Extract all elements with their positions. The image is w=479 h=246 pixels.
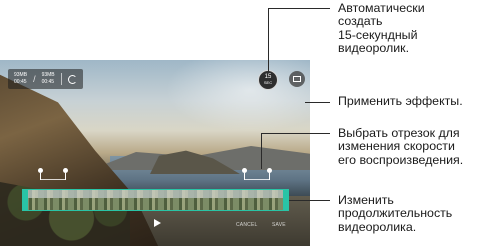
- video-editor-screen: 93MB 00:45 / 93MB 00:45 15 SEC CANCEL SA…: [0, 60, 310, 246]
- video-info-box: 93MB 00:45 / 93MB 00:45: [8, 69, 83, 89]
- original-size: 93MB: [14, 72, 28, 78]
- callout-select-speed-range: Выбрать отрезок для изменения скорости е…: [338, 126, 464, 167]
- save-button[interactable]: SAVE: [272, 222, 286, 228]
- edited-size: 93MB: [41, 72, 55, 78]
- speed-marker-end-1[interactable]: [63, 168, 68, 180]
- leader-line-duration: [289, 200, 330, 201]
- divider: [60, 73, 62, 85]
- trim-handle-end[interactable]: [283, 190, 288, 210]
- callout-change-duration: Изменить продолжительность видеоролика.: [338, 193, 453, 234]
- video-timeline[interactable]: [22, 189, 289, 211]
- callout-apply-effects: Применить эффекты.: [338, 94, 463, 108]
- leader-line-auto: [268, 8, 269, 72]
- play-icon[interactable]: [154, 219, 161, 227]
- arrow-separator: /: [33, 74, 36, 84]
- cancel-button[interactable]: CANCEL: [236, 222, 257, 228]
- edited-duration: 00:45: [41, 79, 55, 85]
- speed-marker-end-2[interactable]: [267, 168, 272, 180]
- effects-icon: [293, 76, 301, 82]
- effects-button[interactable]: [289, 71, 305, 87]
- leader-line-auto-h: [268, 8, 330, 9]
- callout-auto-15-sec: Автоматически создать 15-секундный видео…: [338, 1, 425, 56]
- auto-15-second-button[interactable]: 15 SEC: [258, 70, 278, 90]
- trim-handle-start[interactable]: [23, 190, 28, 210]
- speed-marker-start-1[interactable]: [38, 168, 43, 180]
- leader-line-speed-h: [261, 133, 330, 134]
- auto-15-unit: SEC: [263, 80, 273, 85]
- original-duration: 00:45: [14, 79, 27, 85]
- leader-line-effects: [305, 102, 330, 103]
- leader-line-speed: [261, 133, 262, 169]
- speed-marker-start-2[interactable]: [242, 168, 247, 180]
- undo-icon[interactable]: [67, 74, 77, 84]
